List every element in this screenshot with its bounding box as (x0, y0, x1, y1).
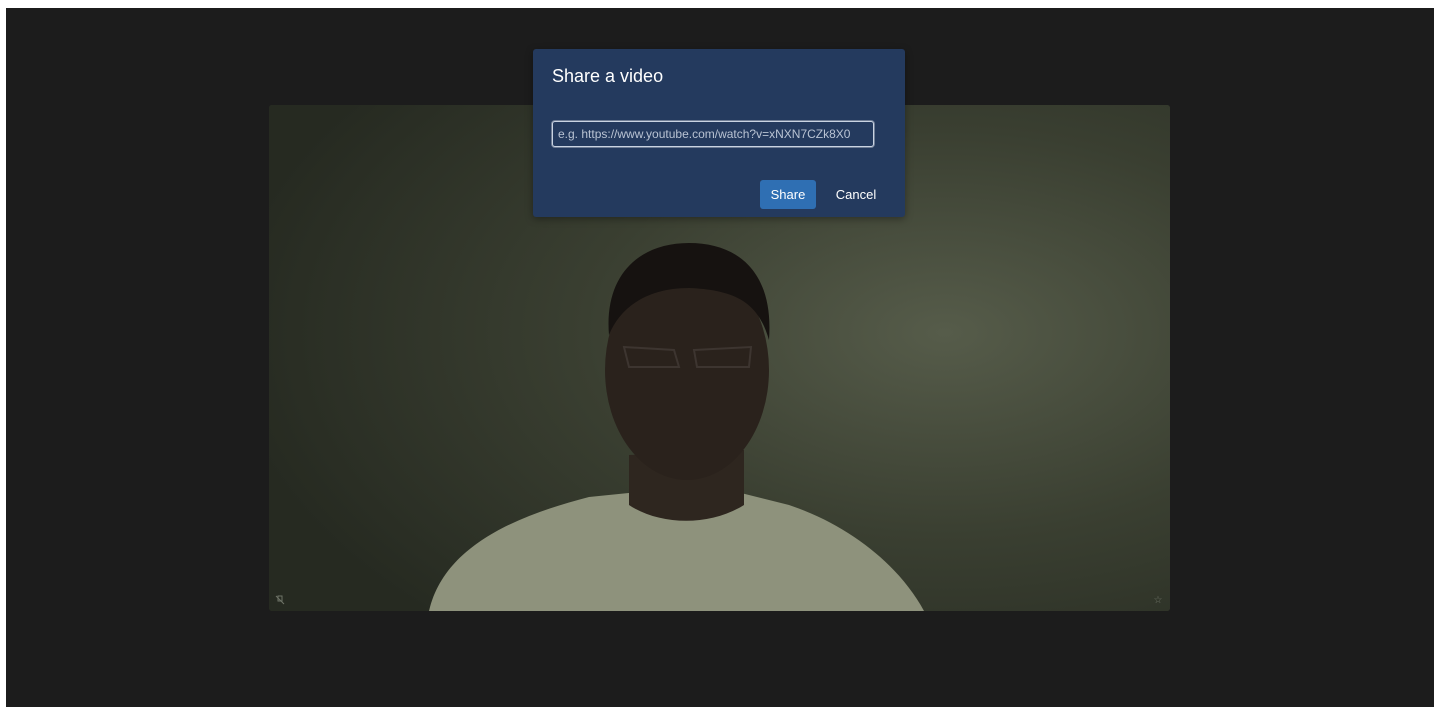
star-icon[interactable]: ☆ (1152, 595, 1164, 607)
share-video-dialog: Share a video Share Cancel (533, 49, 905, 217)
dialog-title: Share a video (552, 66, 664, 86)
mic-muted-icon (274, 595, 286, 607)
cancel-button[interactable]: Cancel (827, 180, 885, 209)
conference-stage: ☆ Share a video Share Cancel (6, 8, 1434, 707)
video-url-input[interactable] (552, 121, 874, 147)
share-button[interactable]: Share (760, 180, 816, 209)
